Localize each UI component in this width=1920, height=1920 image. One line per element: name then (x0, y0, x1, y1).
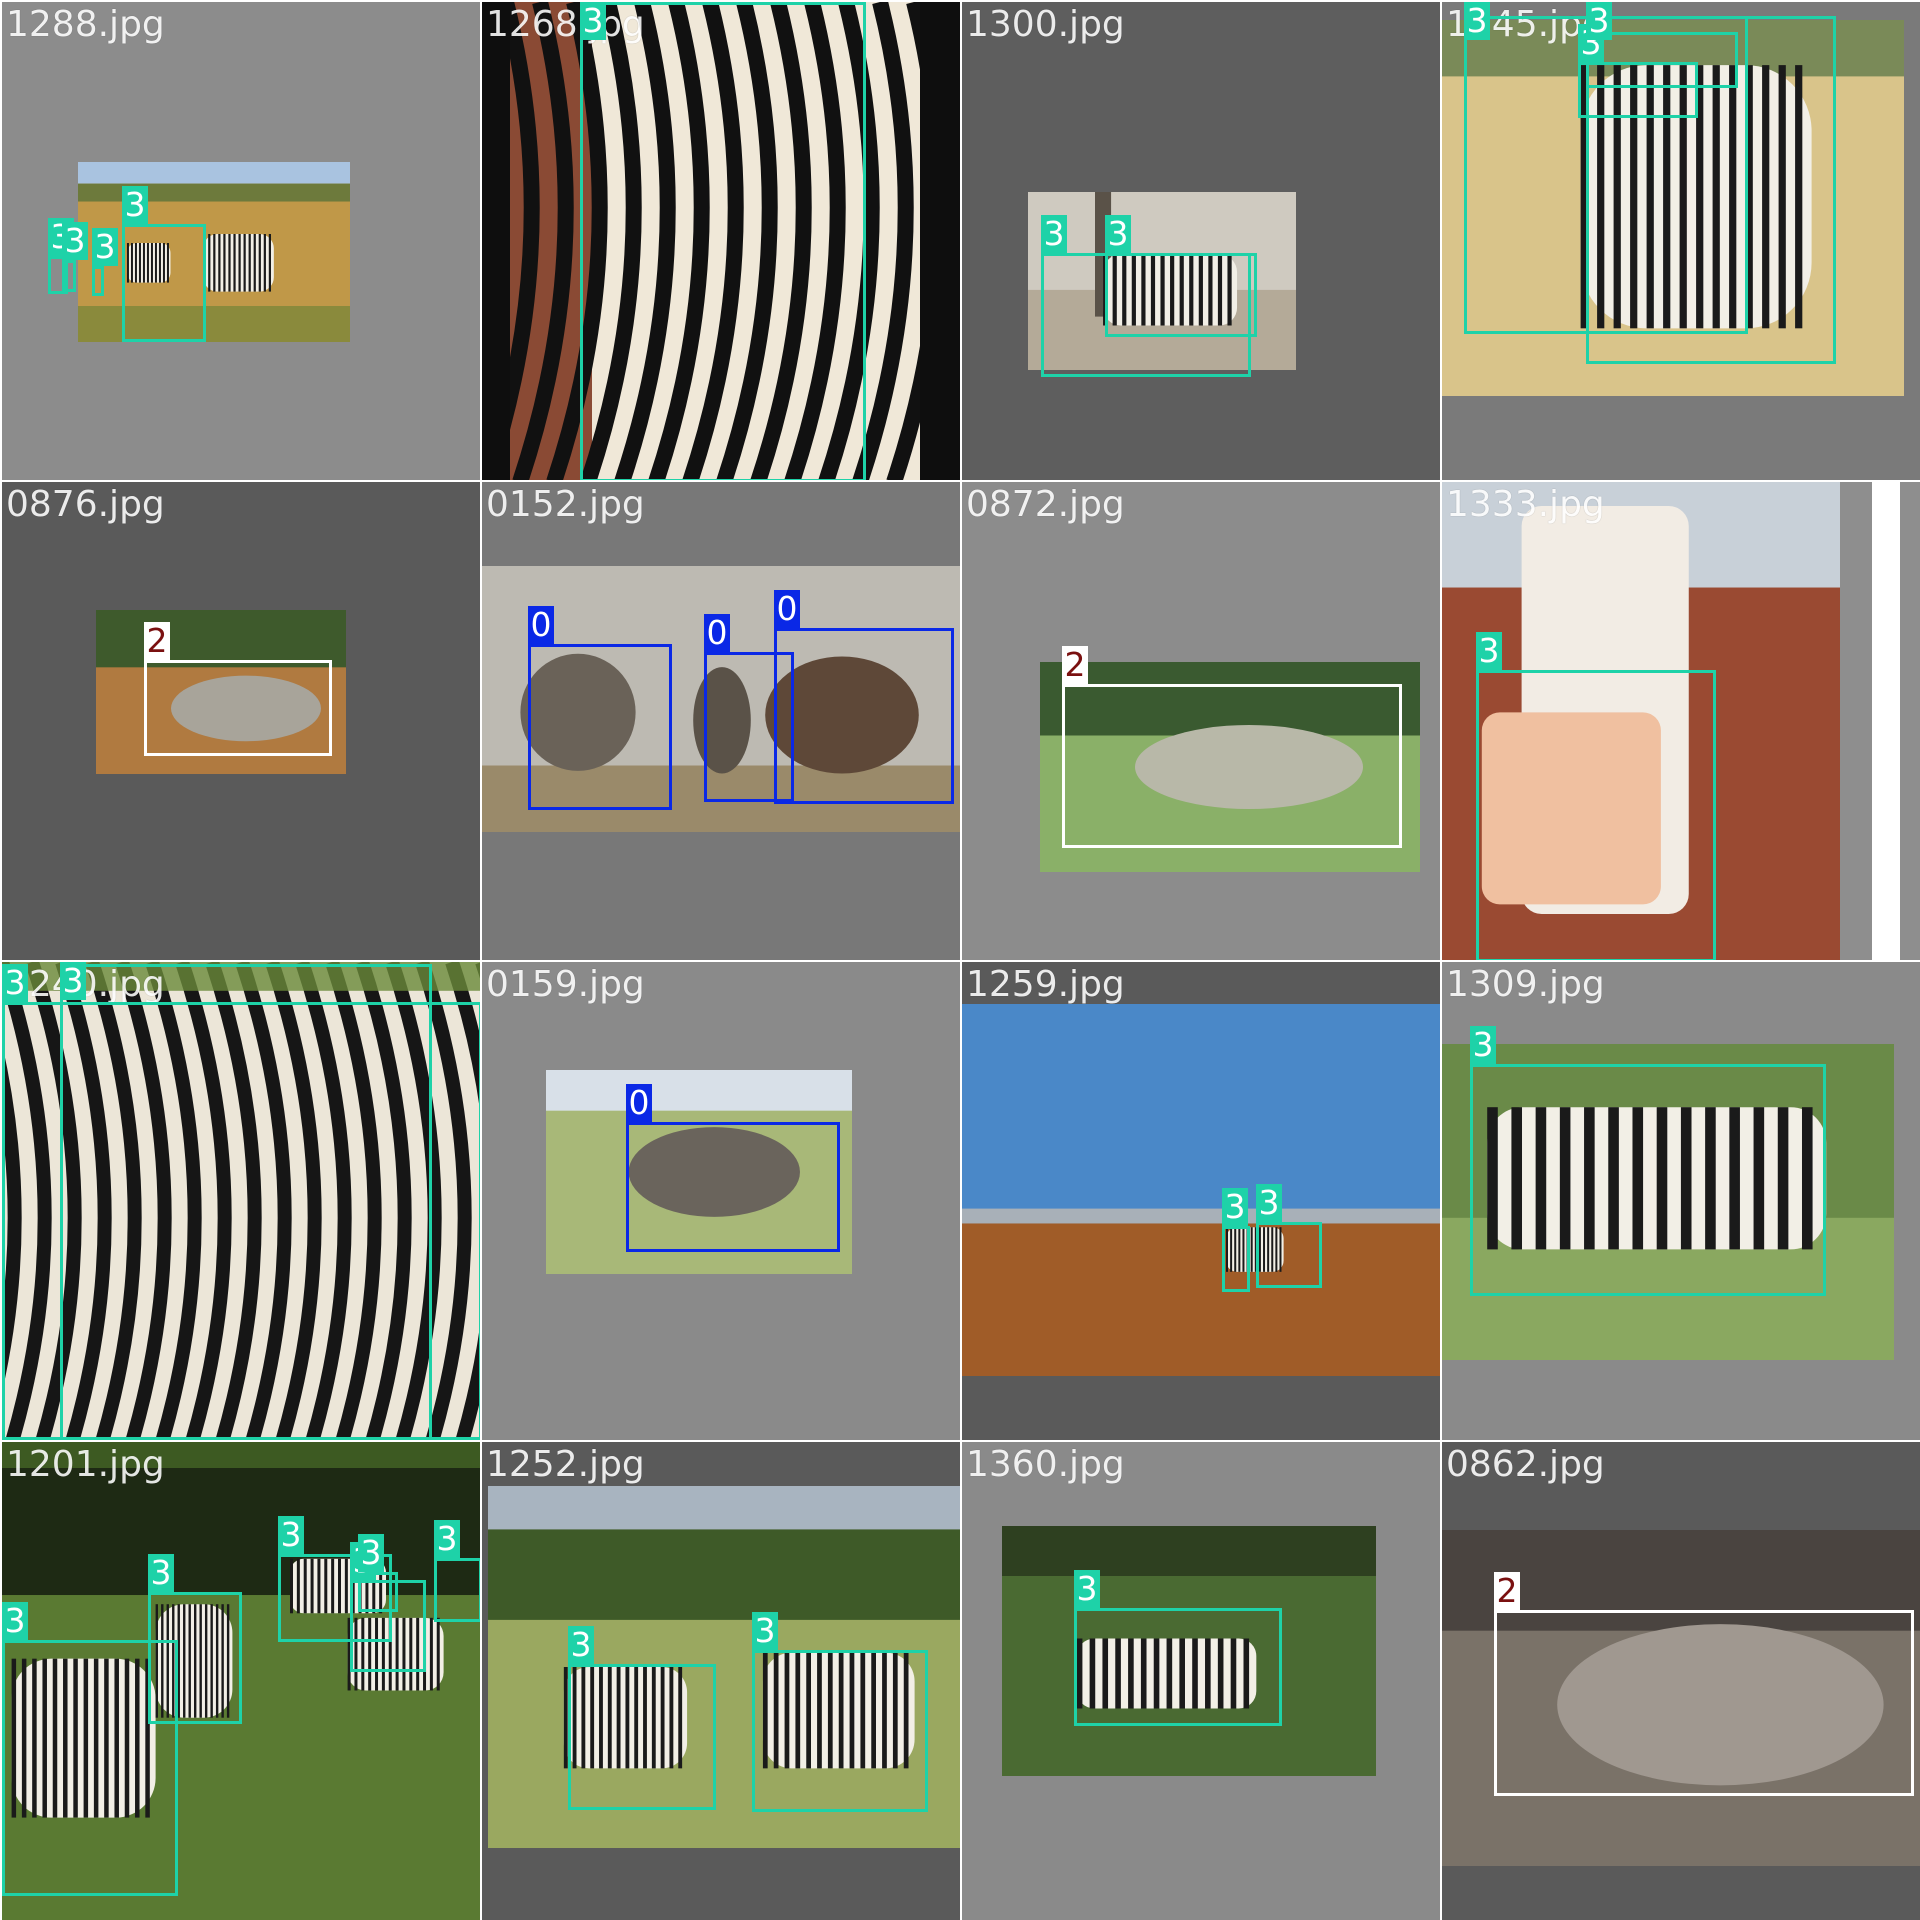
detection-class-label: 3 (580, 2, 606, 40)
detection-class-label: 3 (434, 1520, 460, 1558)
detection-box (92, 266, 104, 296)
tile-filename: 1201.jpg (6, 1444, 165, 1485)
detection-class-label: 3 (1256, 1184, 1282, 1222)
detection-box (774, 628, 954, 804)
detection-class-label: 3 (1476, 632, 1502, 670)
detection-class-label: 2 (1062, 646, 1088, 684)
mosaic-tile: 0876.jpg 2 (2, 482, 480, 960)
detection-class-label: 3 (1470, 1026, 1496, 1064)
tile-filename: 1288.jpg (6, 4, 165, 45)
mosaic-tile: 1300.jpg 3 3 (962, 2, 1440, 480)
detection-class-label: 3 (1464, 2, 1490, 40)
detection-box (568, 1664, 716, 1810)
mosaic-tile: 1252.jpg 3 3 (482, 1442, 960, 1920)
detection-class-label: 2 (144, 622, 170, 660)
tile-filename: 0876.jpg (6, 484, 165, 525)
mosaic-tile: 1360.jpg 3 (962, 1442, 1440, 1920)
mosaic-tile: 1240.jpg33 (2, 962, 480, 1440)
detection-box (1470, 1064, 1826, 1296)
detection-box (1494, 1610, 1914, 1796)
detection-class-label: 3 (278, 1516, 304, 1554)
image-padding-strip (1872, 482, 1900, 960)
mosaic-tile: 1259.jpg 3 3 (962, 962, 1440, 1440)
detection-box (122, 224, 206, 342)
detection-class-label: 3 (568, 1626, 594, 1664)
detection-mosaic-grid: 1288.jpg 3 3 3 3 1268.jpg 3 1300.jpg 3 3 1345.jpg 3… (0, 0, 1920, 1920)
detection-class-label: 3 (1041, 215, 1067, 253)
detection-class-label: 3 (358, 1534, 384, 1572)
detection-class-label: 0 (626, 1084, 652, 1122)
detection-class-label: 3 (122, 186, 148, 224)
detection-box (1476, 670, 1716, 960)
detection-class-label: 3 (60, 962, 86, 1000)
mosaic-tile: 0862.jpg 2 (1442, 1442, 1920, 1920)
detection-class-label: 3 (1222, 1188, 1248, 1226)
detection-class-label: 3 (148, 1554, 174, 1592)
mosaic-tile: 1309.jpg 3 (1442, 962, 1920, 1440)
detection-box (62, 260, 76, 292)
detection-class-label: 3 (2, 964, 28, 1002)
detection-class-label: 3 (1105, 215, 1131, 253)
detection-box (1222, 1226, 1250, 1292)
detection-box (1105, 253, 1257, 337)
tile-filename: 1300.jpg (966, 4, 1125, 45)
detection-box (148, 1592, 242, 1724)
detection-box (2, 1002, 480, 1440)
detection-class-label: 2 (1494, 1572, 1520, 1610)
detection-class-label: 3 (92, 228, 118, 266)
mosaic-tile: 1345.jpg3333 (1442, 2, 1920, 480)
detection-class-label: 0 (704, 614, 730, 652)
detection-class-label: 0 (528, 606, 554, 644)
tile-filename: 1333.jpg (1446, 484, 1605, 525)
mosaic-tile: 1288.jpg 3 3 3 3 (2, 2, 480, 480)
mosaic-tile: 1268.jpg 3 (482, 2, 960, 480)
tile-image (78, 162, 350, 342)
detection-class-label: 3 (1074, 1570, 1100, 1608)
mosaic-tile: 1333.jpg 3 (1442, 482, 1920, 960)
detection-class-label: 3 (752, 1612, 778, 1650)
tile-filename: 1252.jpg (486, 1444, 645, 1485)
mosaic-tile: 0152.jpg 0 0 0 (482, 482, 960, 960)
detection-box (752, 1650, 928, 1812)
detection-class-label: 3 (62, 222, 88, 260)
mosaic-tile: 0159.jpg 0 (482, 962, 960, 1440)
detection-box (528, 644, 672, 810)
detection-box (1256, 1222, 1322, 1288)
tile-filename: 1360.jpg (966, 1444, 1125, 1485)
detection-class-label: 0 (774, 590, 800, 628)
tile-filename: 0152.jpg (486, 484, 645, 525)
detection-box (1074, 1608, 1282, 1726)
mosaic-tile: 0872.jpg 2 (962, 482, 1440, 960)
tile-filename: 0159.jpg (486, 964, 645, 1005)
tile-filename: 1309.jpg (1446, 964, 1605, 1005)
detection-box (580, 2, 866, 480)
tile-filename: 0862.jpg (1446, 1444, 1605, 1485)
detection-box (144, 660, 332, 756)
tile-filename: 0872.jpg (966, 484, 1125, 525)
detection-class-label: 3 (1586, 2, 1612, 40)
detection-box (626, 1122, 840, 1252)
tile-filename: 1259.jpg (966, 964, 1125, 1005)
detection-box (1062, 684, 1402, 848)
detection-box (1586, 32, 1738, 88)
tile-image (962, 1004, 1440, 1376)
detection-class-label: 3 (2, 1602, 28, 1640)
mosaic-tile: 1201.jpg333333 (2, 1442, 480, 1920)
detection-box (434, 1558, 480, 1622)
